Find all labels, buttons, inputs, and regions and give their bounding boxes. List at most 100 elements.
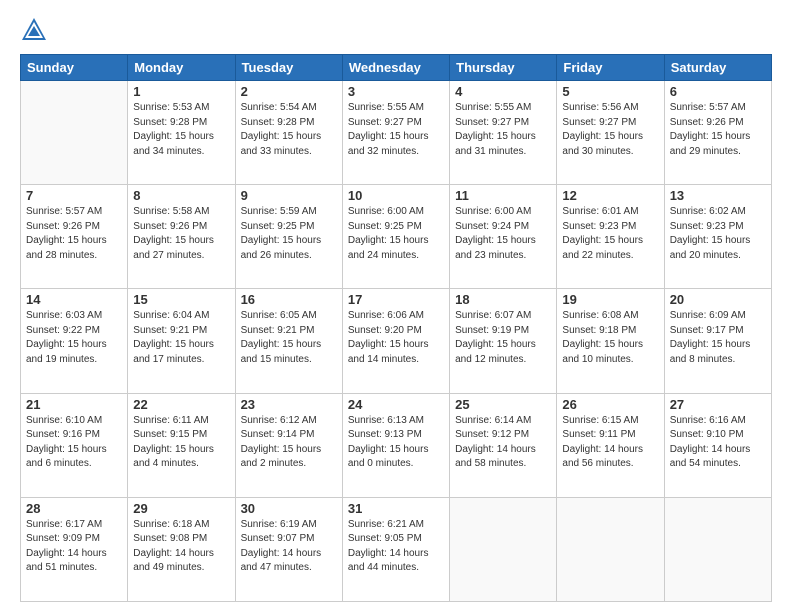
day-number: 10	[348, 188, 444, 203]
col-header-monday: Monday	[128, 55, 235, 81]
day-number: 31	[348, 501, 444, 516]
day-info: Sunrise: 6:00 AM Sunset: 9:24 PM Dayligh…	[455, 205, 551, 263]
day-info: Sunrise: 6:10 AM Sunset: 9:16 PM Dayligh…	[26, 414, 122, 472]
calendar-cell: 28 Sunrise: 6:17 AM Sunset: 9:09 PM Dayli…	[21, 497, 128, 601]
logo	[20, 16, 52, 44]
day-number: 7	[26, 188, 122, 203]
day-number: 16	[241, 292, 337, 307]
day-number: 30	[241, 501, 337, 516]
calendar-cell: 2 Sunrise: 5:54 AM Sunset: 9:28 PM Daylig…	[235, 81, 342, 185]
day-info: Sunrise: 5:57 AM Sunset: 9:26 PM Dayligh…	[670, 101, 766, 159]
day-info: Sunrise: 6:03 AM Sunset: 9:22 PM Dayligh…	[26, 309, 122, 367]
day-info: Sunrise: 6:19 AM Sunset: 9:07 PM Dayligh…	[241, 518, 337, 576]
day-number: 20	[670, 292, 766, 307]
calendar-cell: 25 Sunrise: 6:14 AM Sunset: 9:12 PM Dayli…	[450, 393, 557, 497]
calendar-table: SundayMondayTuesdayWednesdayThursdayFrid…	[20, 54, 772, 602]
day-info: Sunrise: 6:08 AM Sunset: 9:18 PM Dayligh…	[562, 309, 658, 367]
page: SundayMondayTuesdayWednesdayThursdayFrid…	[0, 0, 792, 612]
day-info: Sunrise: 5:59 AM Sunset: 9:25 PM Dayligh…	[241, 205, 337, 263]
week-row-4: 28 Sunrise: 6:17 AM Sunset: 9:09 PM Dayli…	[21, 497, 772, 601]
day-info: Sunrise: 6:21 AM Sunset: 9:05 PM Dayligh…	[348, 518, 444, 576]
calendar-cell	[664, 497, 771, 601]
day-info: Sunrise: 5:58 AM Sunset: 9:26 PM Dayligh…	[133, 205, 229, 263]
day-info: Sunrise: 6:11 AM Sunset: 9:15 PM Dayligh…	[133, 414, 229, 472]
calendar-cell: 15 Sunrise: 6:04 AM Sunset: 9:21 PM Dayli…	[128, 289, 235, 393]
day-number: 26	[562, 397, 658, 412]
calendar-cell: 1Sunrise: 5:53 AM Sunset: 9:28 PM Daylig…	[128, 81, 235, 185]
calendar-cell: 11 Sunrise: 6:00 AM Sunset: 9:24 PM Dayli…	[450, 185, 557, 289]
day-number: 28	[26, 501, 122, 516]
calendar-cell: 29 Sunrise: 6:18 AM Sunset: 9:08 PM Dayli…	[128, 497, 235, 601]
calendar-cell: 20 Sunrise: 6:09 AM Sunset: 9:17 PM Dayli…	[664, 289, 771, 393]
day-info: Sunrise: 6:12 AM Sunset: 9:14 PM Dayligh…	[241, 414, 337, 472]
day-info: Sunrise: 5:56 AM Sunset: 9:27 PM Dayligh…	[562, 101, 658, 159]
logo-icon	[20, 16, 48, 44]
day-info: Sunrise: 5:55 AM Sunset: 9:27 PM Dayligh…	[348, 101, 444, 159]
day-number: 18	[455, 292, 551, 307]
calendar-cell: 3 Sunrise: 5:55 AM Sunset: 9:27 PM Daylig…	[342, 81, 449, 185]
day-number: 19	[562, 292, 658, 307]
calendar-cell: 27 Sunrise: 6:16 AM Sunset: 9:10 PM Dayli…	[664, 393, 771, 497]
calendar-cell: 8 Sunrise: 5:58 AM Sunset: 9:26 PM Daylig…	[128, 185, 235, 289]
week-row-0: 1Sunrise: 5:53 AM Sunset: 9:28 PM Daylig…	[21, 81, 772, 185]
calendar-cell: 24 Sunrise: 6:13 AM Sunset: 9:13 PM Dayli…	[342, 393, 449, 497]
day-info: Sunrise: 6:07 AM Sunset: 9:19 PM Dayligh…	[455, 309, 551, 367]
day-info: Sunrise: 5:54 AM Sunset: 9:28 PM Dayligh…	[241, 101, 337, 159]
day-number: 13	[670, 188, 766, 203]
calendar-cell: 23 Sunrise: 6:12 AM Sunset: 9:14 PM Dayli…	[235, 393, 342, 497]
day-info: Sunrise: 6:06 AM Sunset: 9:20 PM Dayligh…	[348, 309, 444, 367]
day-info: Sunrise: 6:04 AM Sunset: 9:21 PM Dayligh…	[133, 309, 229, 367]
calendar-cell: 7 Sunrise: 5:57 AM Sunset: 9:26 PM Daylig…	[21, 185, 128, 289]
calendar-cell	[450, 497, 557, 601]
week-row-1: 7 Sunrise: 5:57 AM Sunset: 9:26 PM Daylig…	[21, 185, 772, 289]
calendar-cell: 18 Sunrise: 6:07 AM Sunset: 9:19 PM Dayli…	[450, 289, 557, 393]
calendar-cell: 13 Sunrise: 6:02 AM Sunset: 9:23 PM Dayli…	[664, 185, 771, 289]
day-info: Sunrise: 5:55 AM Sunset: 9:27 PM Dayligh…	[455, 101, 551, 159]
day-info: Sunrise: 6:14 AM Sunset: 9:12 PM Dayligh…	[455, 414, 551, 472]
day-number: 1	[133, 84, 229, 99]
day-number: 15	[133, 292, 229, 307]
day-number: 8	[133, 188, 229, 203]
day-info: Sunrise: 6:16 AM Sunset: 9:10 PM Dayligh…	[670, 414, 766, 472]
header	[20, 16, 772, 44]
day-number: 6	[670, 84, 766, 99]
day-number: 25	[455, 397, 551, 412]
calendar-cell: 4Sunrise: 5:55 AM Sunset: 9:27 PM Daylig…	[450, 81, 557, 185]
calendar-cell: 30 Sunrise: 6:19 AM Sunset: 9:07 PM Dayli…	[235, 497, 342, 601]
day-number: 9	[241, 188, 337, 203]
col-header-friday: Friday	[557, 55, 664, 81]
day-info: Sunrise: 5:57 AM Sunset: 9:26 PM Dayligh…	[26, 205, 122, 263]
day-info: Sunrise: 6:15 AM Sunset: 9:11 PM Dayligh…	[562, 414, 658, 472]
calendar-cell: 19 Sunrise: 6:08 AM Sunset: 9:18 PM Dayli…	[557, 289, 664, 393]
day-number: 23	[241, 397, 337, 412]
day-info: Sunrise: 6:01 AM Sunset: 9:23 PM Dayligh…	[562, 205, 658, 263]
col-header-thursday: Thursday	[450, 55, 557, 81]
day-number: 3	[348, 84, 444, 99]
col-header-sunday: Sunday	[21, 55, 128, 81]
calendar-cell: 31 Sunrise: 6:21 AM Sunset: 9:05 PM Dayli…	[342, 497, 449, 601]
day-info: Sunrise: 6:13 AM Sunset: 9:13 PM Dayligh…	[348, 414, 444, 472]
day-number: 29	[133, 501, 229, 516]
col-header-saturday: Saturday	[664, 55, 771, 81]
day-number: 11	[455, 188, 551, 203]
calendar-cell: 16 Sunrise: 6:05 AM Sunset: 9:21 PM Dayli…	[235, 289, 342, 393]
col-header-wednesday: Wednesday	[342, 55, 449, 81]
day-number: 27	[670, 397, 766, 412]
calendar-cell	[557, 497, 664, 601]
day-number: 14	[26, 292, 122, 307]
day-info: Sunrise: 6:09 AM Sunset: 9:17 PM Dayligh…	[670, 309, 766, 367]
day-number: 17	[348, 292, 444, 307]
day-number: 22	[133, 397, 229, 412]
day-info: Sunrise: 6:17 AM Sunset: 9:09 PM Dayligh…	[26, 518, 122, 576]
day-info: Sunrise: 6:05 AM Sunset: 9:21 PM Dayligh…	[241, 309, 337, 367]
day-info: Sunrise: 6:18 AM Sunset: 9:08 PM Dayligh…	[133, 518, 229, 576]
day-number: 2	[241, 84, 337, 99]
day-info: Sunrise: 6:02 AM Sunset: 9:23 PM Dayligh…	[670, 205, 766, 263]
day-info: Sunrise: 6:00 AM Sunset: 9:25 PM Dayligh…	[348, 205, 444, 263]
col-header-tuesday: Tuesday	[235, 55, 342, 81]
calendar-cell: 17 Sunrise: 6:06 AM Sunset: 9:20 PM Dayli…	[342, 289, 449, 393]
day-number: 24	[348, 397, 444, 412]
calendar-cell: 9 Sunrise: 5:59 AM Sunset: 9:25 PM Daylig…	[235, 185, 342, 289]
calendar-cell: 10 Sunrise: 6:00 AM Sunset: 9:25 PM Dayli…	[342, 185, 449, 289]
calendar-cell: 26 Sunrise: 6:15 AM Sunset: 9:11 PM Dayli…	[557, 393, 664, 497]
